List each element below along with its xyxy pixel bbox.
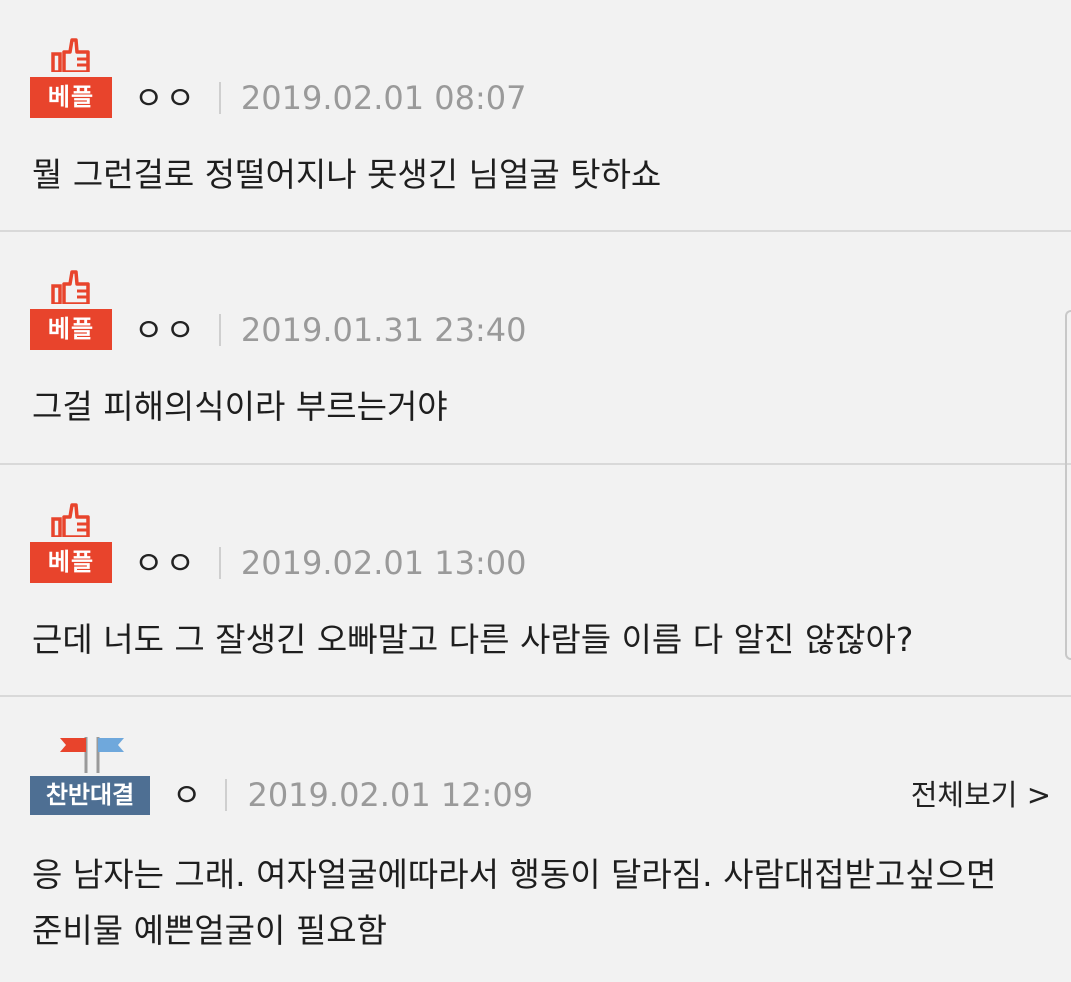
comment-divider (0, 230, 1071, 232)
best-comment-badge: 베플 (30, 503, 112, 583)
meta-divider (218, 547, 221, 579)
badge-label: 베플 (30, 309, 112, 350)
scrollbar[interactable] (1065, 310, 1071, 660)
author-name[interactable]: ㅇ (172, 775, 203, 815)
badge-label: 찬반대결 (30, 776, 150, 815)
thumbs-up-icon (51, 38, 90, 72)
comment-divider (0, 695, 1071, 697)
comment-meta: 찬반대결 ㅇ 2019.02.01 12:09 (30, 735, 533, 815)
meta-divider (218, 314, 221, 346)
comment-date: 2019.02.01 08:07 (240, 79, 527, 117)
comment-text: 뭘 그런걸로 정떨어지나 못생긴 님얼굴 탓하쇼 (32, 155, 662, 194)
comment-text: 그걸 피해의식이라 부르는거야 (32, 387, 448, 426)
best-comment-badge: 베플 (30, 270, 112, 350)
comment-date: 2019.02.01 12:09 (247, 776, 534, 814)
comment-date: 2019.02.01 13:00 (240, 544, 527, 582)
author-name[interactable]: ㅇㅇ (134, 310, 197, 350)
author-name[interactable]: ㅇㅇ (134, 543, 197, 583)
comment-meta: 베플 ㅇㅇ 2019.02.01 08:07 (30, 38, 527, 118)
author-name[interactable]: ㅇㅇ (134, 78, 197, 118)
comment-divider (0, 463, 1071, 465)
comment-text: 근데 너도 그 잘생긴 오빠말고 다른 사람들 이름 다 알진 않잖아? (32, 620, 914, 659)
badge-label: 베플 (30, 77, 112, 118)
best-comment-badge: 베플 (30, 38, 112, 118)
comment-date: 2019.01.31 23:40 (240, 311, 527, 349)
thumbs-up-icon (51, 270, 90, 304)
badge-label: 베플 (30, 542, 112, 583)
meta-divider (218, 82, 221, 114)
comment-text-line: 응 남자는 그래. 여자얼굴에따라서 행동이 달라짐. 사람대접받고싶으면 (32, 855, 997, 894)
thumbs-up-icon (51, 503, 90, 537)
meta-divider (225, 779, 228, 811)
view-all-link[interactable]: 전체보기 > (911, 775, 1051, 815)
comment-text-line: 준비물 예쁜얼굴이 필요함 (32, 911, 387, 950)
debate-badge: 찬반대결 (30, 735, 150, 815)
flags-icon (60, 737, 124, 773)
comment-meta: 베플 ㅇㅇ 2019.02.01 13:00 (30, 503, 527, 583)
comment-text: 응 남자는 그래. 여자얼굴에따라서 행동이 달라짐. 사람대접받고싶으면 준비… (32, 847, 1051, 959)
comment-meta: 베플 ㅇㅇ 2019.01.31 23:40 (30, 270, 527, 350)
